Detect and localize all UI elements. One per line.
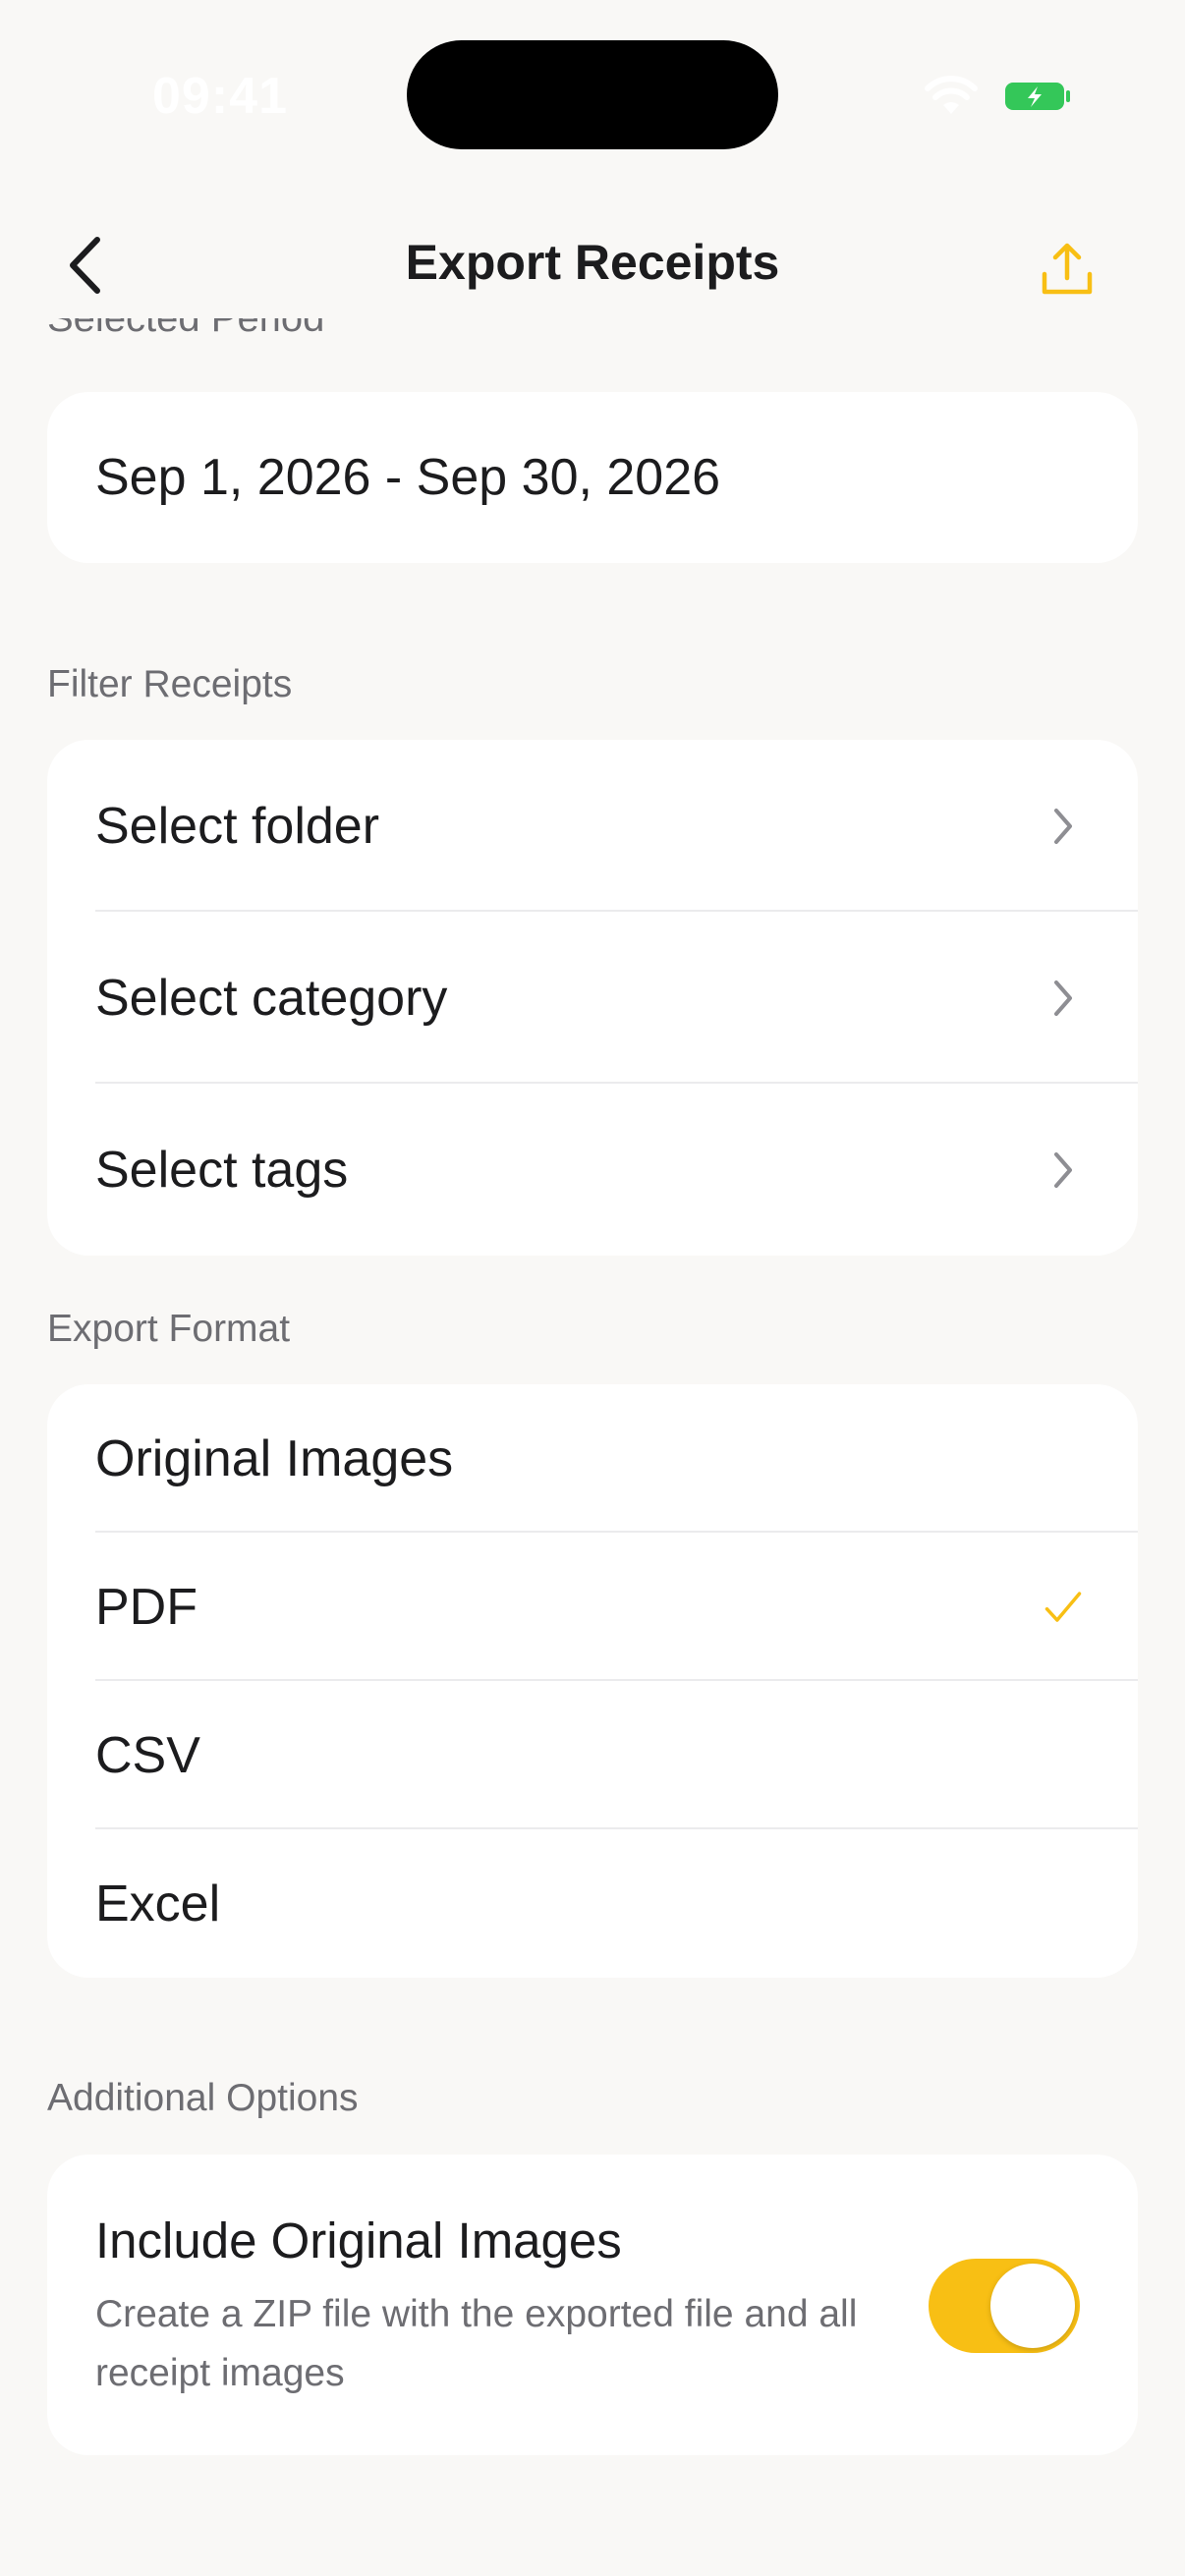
toggle-knob [990,2264,1075,2348]
select-folder-label: Select folder [95,797,380,855]
select-category-label: Select category [95,969,448,1027]
chevron-right-icon [1044,977,1083,1020]
share-button[interactable] [1028,230,1106,308]
chevron-right-icon [1044,805,1083,848]
checkmark-icon [1044,1586,1083,1629]
filter-card: Select folder Select category Select tag… [47,740,1138,1256]
format-option-label: PDF [95,1578,198,1636]
include-images-description: Create a ZIP file with the exported file… [95,2293,858,2394]
chevron-right-icon [1044,1148,1083,1192]
format-option-excel[interactable]: Excel [47,1829,1138,1978]
include-images-toggle[interactable] [929,2259,1080,2353]
format-card: Original Images PDF CSV Excel [47,1384,1138,1978]
format-option-csv[interactable]: CSV [47,1681,1138,1829]
format-option-original-images[interactable]: Original Images [47,1384,1138,1533]
nav-bar: Export Receipts [0,196,1185,334]
select-folder-row[interactable]: Select folder [47,740,1138,912]
include-images-card: Include Original Images Create a ZIP fil… [47,2155,1138,2455]
status-time: 09:41 [152,68,288,125]
battery-icon [1005,83,1070,110]
wifi-icon [925,76,978,114]
select-tags-label: Select tags [95,1141,349,1199]
dynamic-island [407,40,778,149]
period-section-label: Selected Period [47,318,325,340]
share-icon [1042,243,1093,295]
page-title: Export Receipts [405,235,780,290]
status-bar: 09:41 [0,0,1185,187]
format-section-label: Export Format [47,1308,291,1350]
include-images-title: Include Original Images [95,2212,622,2268]
format-option-label: Original Images [95,1429,454,1487]
select-tags-row[interactable]: Select tags [47,1084,1138,1256]
format-option-label: CSV [95,1726,200,1784]
select-category-row[interactable]: Select category [47,912,1138,1084]
format-option-pdf[interactable]: PDF [47,1533,1138,1681]
period-value-row[interactable]: Sep 1, 2026 - Sep 30, 2026 [47,392,1138,563]
period-value: Sep 1, 2026 - Sep 30, 2026 [95,449,721,506]
format-option-label: Excel [95,1875,221,1932]
period-card: Sep 1, 2026 - Sep 30, 2026 [47,392,1138,563]
filter-section-label: Filter Receipts [47,663,293,705]
options-section-label: Additional Options [47,2077,359,2119]
